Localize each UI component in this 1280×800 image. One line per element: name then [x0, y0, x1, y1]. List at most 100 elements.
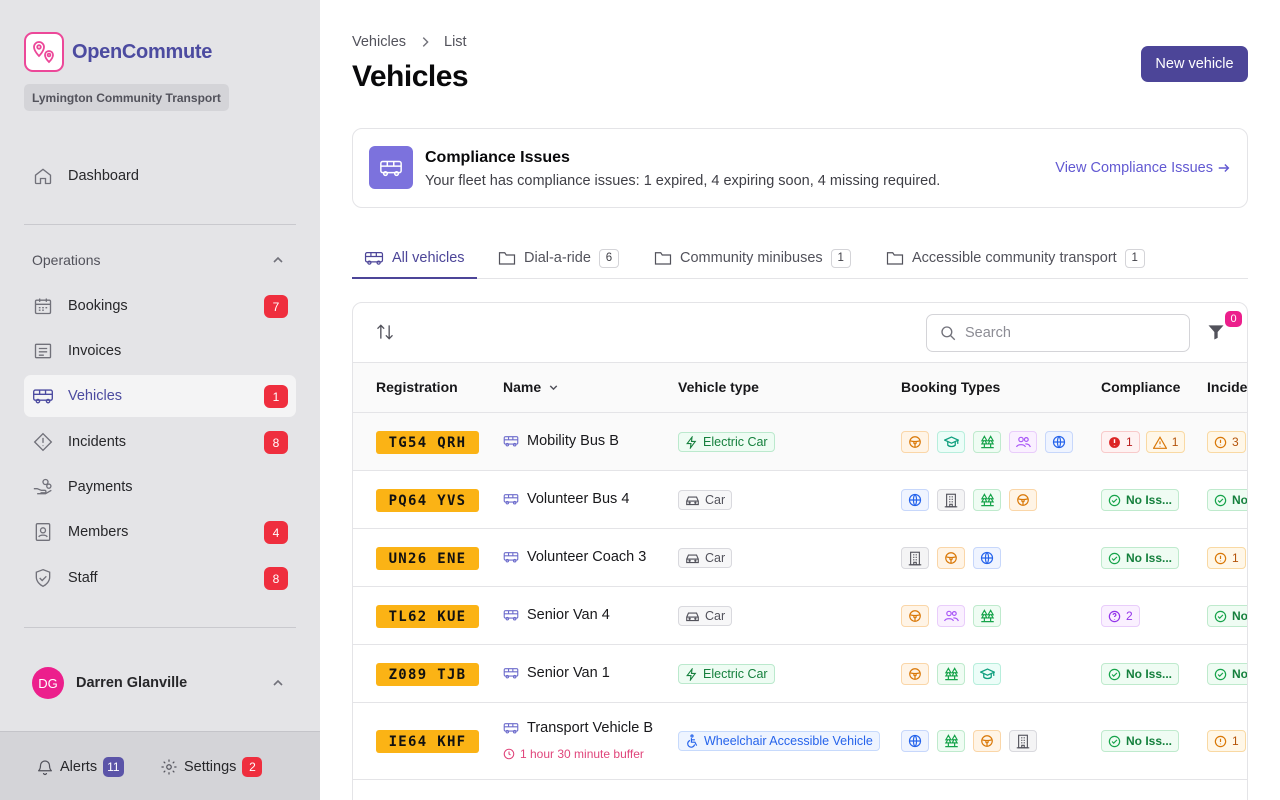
- no-incidents-pill[interactable]: No: [1207, 663, 1247, 685]
- column-incidents[interactable]: Incide: [1207, 379, 1247, 395]
- chevron-up-icon[interactable]: [270, 675, 286, 691]
- bell-icon: [36, 758, 54, 776]
- tab-label: All vehicles: [392, 249, 465, 266]
- tab-accessible-community-transport[interactable]: Accessible community transport 1: [886, 238, 1145, 278]
- new-vehicle-button[interactable]: New vehicle: [1141, 46, 1248, 82]
- globe-icon[interactable]: [973, 547, 1001, 569]
- tab-all-vehicles[interactable]: All vehicles: [352, 238, 477, 279]
- search-input[interactable]: [965, 325, 1165, 341]
- trees-icon[interactable]: [937, 730, 965, 752]
- incident-count-pill[interactable]: 3: [1207, 431, 1246, 453]
- trees-icon[interactable]: [973, 489, 1001, 511]
- filter-icon[interactable]: [1206, 322, 1226, 342]
- no-incidents-pill[interactable]: No: [1207, 605, 1247, 627]
- building-icon[interactable]: [937, 489, 965, 511]
- table-row[interactable]: UN26 ENE Volunteer Coach 3 Car No Iss...…: [353, 529, 1247, 587]
- settings-button[interactable]: Settings 2: [160, 757, 263, 777]
- vehicle-type-badge: Wheelchair Accessible Vehicle: [678, 731, 880, 751]
- building-icon[interactable]: [901, 547, 929, 569]
- graduation-cap-icon[interactable]: [937, 431, 965, 453]
- no-issues-pill[interactable]: No Iss...: [1101, 489, 1180, 511]
- section-operations-label[interactable]: Operations: [32, 252, 100, 268]
- steering-wheel-icon[interactable]: [1009, 489, 1037, 511]
- tab-dial-a-ride[interactable]: Dial-a-ride 6: [498, 238, 619, 278]
- no-incidents-pill[interactable]: No: [1207, 489, 1247, 511]
- breadcrumb-vehicles[interactable]: Vehicles: [352, 34, 406, 50]
- vehicle-name-text: Senior Van 1: [527, 665, 610, 681]
- steering-wheel-icon[interactable]: [901, 605, 929, 627]
- table-row[interactable]: PQ64 YVS Volunteer Bus 4 Car No Iss... N…: [353, 471, 1247, 529]
- bus-icon: [364, 249, 384, 267]
- tab-community-minibuses[interactable]: Community minibuses 1: [654, 238, 851, 278]
- vehicle-name[interactable]: Transport Vehicle B: [503, 720, 653, 736]
- column-vehicle-type[interactable]: Vehicle type: [678, 379, 759, 395]
- alerts-label: Alerts: [60, 759, 98, 775]
- vehicle-group-tabs: All vehicles Dial-a-ride 6 Community min…: [352, 238, 1248, 279]
- graduation-cap-icon[interactable]: [973, 663, 1001, 685]
- expired-count-pill[interactable]: 1: [1101, 431, 1140, 453]
- globe-icon[interactable]: [901, 489, 929, 511]
- sort-arrows-icon[interactable]: [375, 322, 395, 342]
- users-icon[interactable]: [937, 605, 965, 627]
- steering-wheel-icon[interactable]: [973, 730, 1001, 752]
- incident-count-pill[interactable]: 1: [1207, 730, 1246, 752]
- bus-icon: [503, 492, 519, 506]
- sidebar-item-staff[interactable]: Staff 8: [24, 557, 296, 599]
- table-row[interactable]: Z089 TJB Senior Van 1 Electric Car No Is…: [353, 645, 1247, 703]
- vehicles-count-badge: 1: [264, 385, 288, 408]
- steering-wheel-icon[interactable]: [901, 663, 929, 685]
- trees-icon[interactable]: [973, 605, 1001, 627]
- sidebar-item-incidents[interactable]: Incidents 8: [24, 421, 296, 463]
- alerts-button[interactable]: Alerts 11: [36, 757, 124, 777]
- trees-icon[interactable]: [937, 663, 965, 685]
- globe-icon[interactable]: [1045, 431, 1073, 453]
- sidebar: OpenCommute Lymington Community Transpor…: [0, 0, 320, 800]
- no-issues-pill[interactable]: No Iss...: [1101, 547, 1180, 569]
- no-issues-pill[interactable]: No Iss...: [1101, 663, 1180, 685]
- vehicle-name[interactable]: Senior Van 4: [503, 607, 610, 623]
- globe-icon[interactable]: [901, 730, 929, 752]
- incident-count-pill[interactable]: 1: [1207, 547, 1246, 569]
- users-icon[interactable]: [1009, 431, 1037, 453]
- building-icon[interactable]: [1009, 730, 1037, 752]
- column-name[interactable]: Name: [503, 379, 560, 395]
- search-box[interactable]: [926, 314, 1190, 352]
- sidebar-item-dashboard[interactable]: Dashboard: [24, 155, 296, 197]
- buffer-text: 1 hour 30 minute buffer: [520, 747, 644, 761]
- vehicle-name[interactable]: Volunteer Coach 3: [503, 549, 646, 565]
- user-menu[interactable]: DG Darren Glanville: [32, 667, 187, 699]
- lightning-icon: [685, 435, 698, 449]
- user-name: Darren Glanville: [76, 675, 188, 691]
- table-row[interactable]: TL62 KUE Senior Van 4 Car 2 No: [353, 587, 1247, 645]
- sidebar-item-invoices[interactable]: Invoices: [24, 330, 296, 372]
- logo[interactable]: OpenCommute: [24, 32, 212, 72]
- steering-wheel-icon[interactable]: [901, 431, 929, 453]
- vehicle-name[interactable]: Volunteer Bus 4: [503, 491, 629, 507]
- column-compliance[interactable]: Compliance: [1101, 379, 1180, 395]
- sidebar-item-vehicles[interactable]: Vehicles 1: [24, 375, 296, 417]
- view-compliance-link[interactable]: View Compliance Issues: [1055, 160, 1231, 176]
- vehicle-name[interactable]: Senior Van 1: [503, 665, 610, 681]
- steering-wheel-icon[interactable]: [937, 547, 965, 569]
- table-row[interactable]: IE64 KHF Transport Vehicle B 1 hour 30 m…: [353, 703, 1247, 780]
- chevron-up-icon[interactable]: [270, 252, 286, 268]
- pill-value: No Iss...: [1126, 551, 1173, 565]
- bus-icon: [503, 721, 519, 735]
- vehicle-name[interactable]: Mobility Bus B: [503, 433, 619, 449]
- map-pin-logo-icon: [24, 32, 64, 72]
- id-badge-icon: [32, 521, 54, 543]
- sidebar-divider: [24, 224, 296, 225]
- organisation-badge[interactable]: Lymington Community Transport: [24, 84, 229, 111]
- no-issues-pill[interactable]: No Iss...: [1101, 730, 1180, 752]
- sidebar-item-label: Vehicles: [68, 388, 123, 404]
- sidebar-item-payments[interactable]: Payments: [24, 466, 296, 508]
- missing-count-pill[interactable]: 2: [1101, 605, 1140, 627]
- sidebar-item-bookings[interactable]: Bookings 7: [24, 285, 296, 327]
- column-booking-types[interactable]: Booking Types: [901, 379, 1000, 395]
- sidebar-item-members[interactable]: Members 4: [24, 511, 296, 553]
- column-registration[interactable]: Registration: [376, 379, 458, 395]
- trees-icon[interactable]: [973, 431, 1001, 453]
- expiring-count-pill[interactable]: 1: [1145, 431, 1186, 453]
- avatar: DG: [32, 667, 64, 699]
- table-row[interactable]: TG54 QRH Mobility Bus B Electric Car 11 …: [353, 413, 1247, 471]
